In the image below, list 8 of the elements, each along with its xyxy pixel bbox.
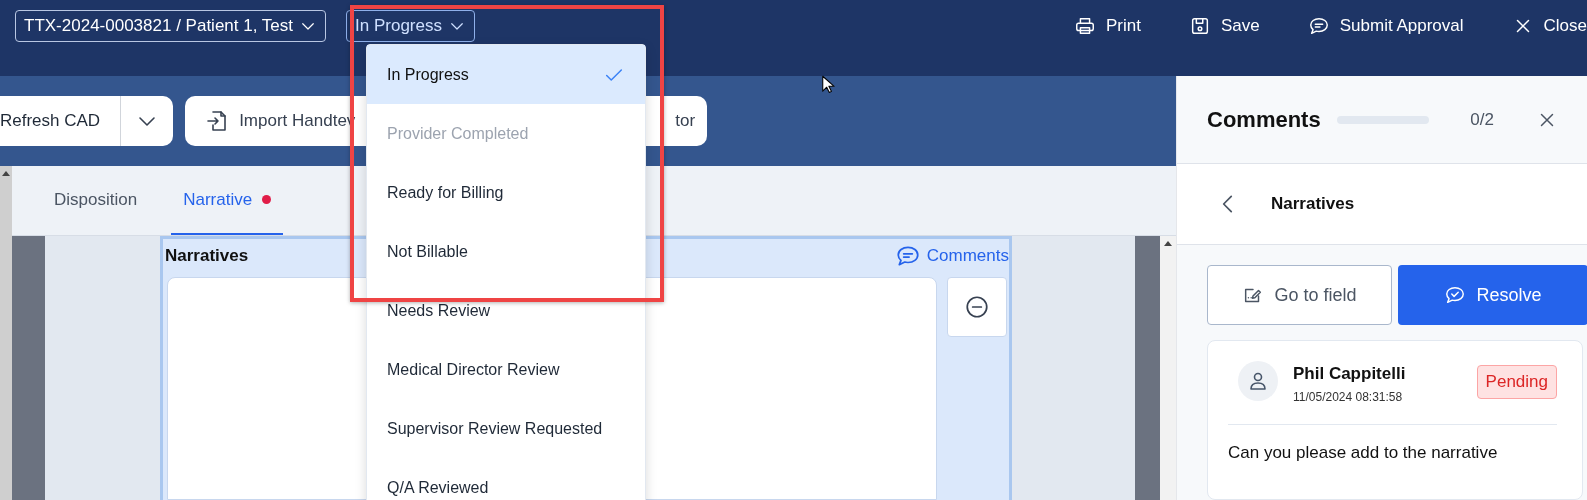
comment-count: 0/2 [1470,109,1494,130]
comment-text: Can you please add to the narrative [1228,443,1499,463]
status-badge: Pending [1476,365,1557,399]
timestamp: 11/05/2024 08:31:58 [1293,390,1404,404]
thread-title: Narratives [1271,194,1355,215]
author-name: Phil Cappitelli [1293,364,1406,384]
section-title: Narratives [165,246,249,266]
panel-title: Comments [1207,106,1321,133]
